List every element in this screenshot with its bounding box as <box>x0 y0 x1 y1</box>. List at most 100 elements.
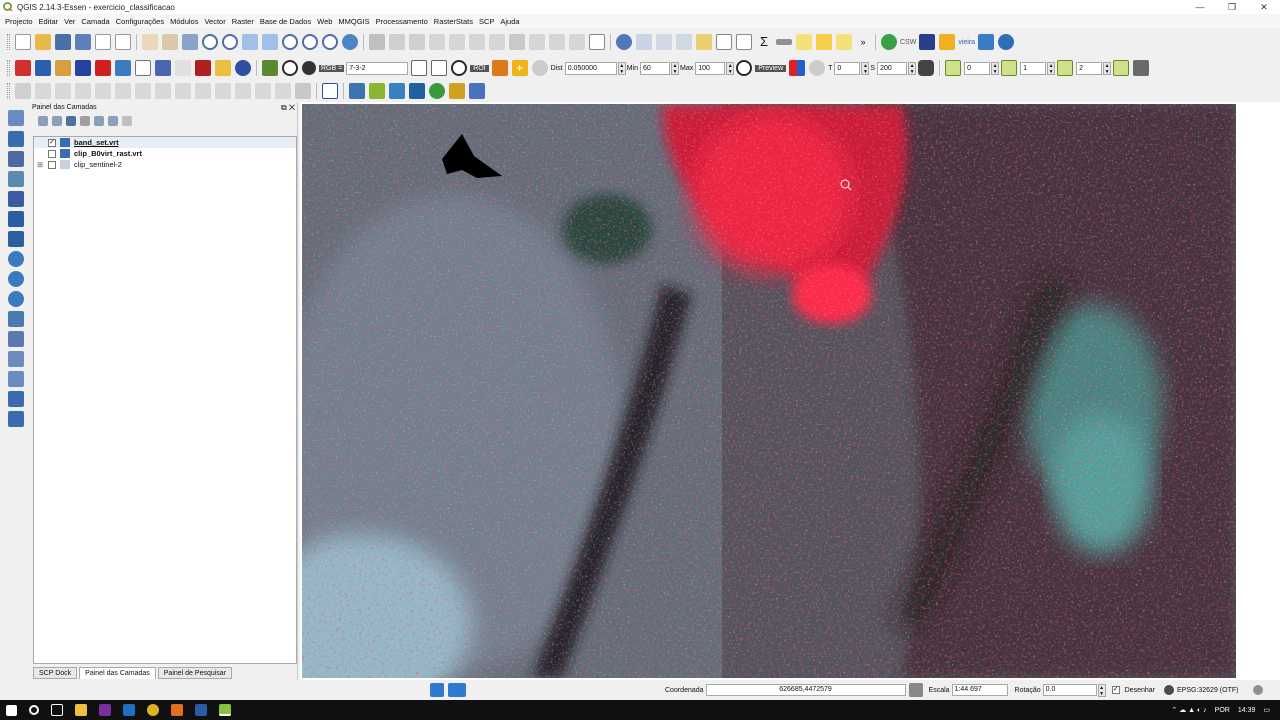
add-virtual-layer-icon[interactable] <box>8 331 24 347</box>
merge-attributes-icon[interactable] <box>275 83 291 99</box>
field-calculator-icon[interactable] <box>736 34 752 50</box>
menu-web[interactable]: Web <box>314 17 335 26</box>
vieira-label[interactable]: vieira <box>958 39 975 46</box>
add-oracle-layer-icon[interactable] <box>8 211 24 227</box>
rotate-point-symbols-icon[interactable] <box>295 83 311 99</box>
toggle-editing-icon[interactable] <box>369 34 385 50</box>
map-tips-icon[interactable] <box>796 34 812 50</box>
s-spinner[interactable]: ▲ ▼ <box>908 61 917 75</box>
add-spatialite-layer-icon[interactable] <box>8 171 24 187</box>
min-input[interactable]: 60 <box>640 61 670 75</box>
layer-index-spinner-1[interactable]: ▲ ▼ <box>991 61 1000 75</box>
north-arrow-icon[interactable] <box>978 34 995 50</box>
layer-row-band-set[interactable]: ✓ band_set.vrt <box>34 137 296 148</box>
crs-status[interactable]: EPSG:32629 (OTF) <box>1177 687 1238 694</box>
openlayers-globe-icon[interactable] <box>881 34 897 50</box>
minimize-button[interactable]: — <box>1184 0 1216 14</box>
file-explorer-icon[interactable] <box>75 704 87 716</box>
add-postgis-layer-icon[interactable] <box>8 151 24 167</box>
menu-modulos[interactable]: Módulos <box>167 17 201 26</box>
open-project-icon[interactable] <box>35 34 51 50</box>
split-parts-icon[interactable] <box>235 83 251 99</box>
rgb-radio-icon[interactable] <box>302 61 316 75</box>
settings-gear-icon[interactable] <box>235 60 251 76</box>
new-project-icon[interactable] <box>15 34 31 50</box>
layer-index-spinner-2[interactable]: ▲ ▼ <box>1047 61 1056 75</box>
semi-auto-classification-icon[interactable] <box>469 83 485 99</box>
t-spinner[interactable]: ▲ ▼ <box>861 61 870 75</box>
add-wcs-layer-icon[interactable] <box>8 271 24 287</box>
zoom-out-icon[interactable] <box>222 34 238 50</box>
delete-ring-icon[interactable] <box>135 83 151 99</box>
spectral-plot-icon[interactable] <box>135 60 151 76</box>
tab-layers-panel[interactable]: Painel das Camadas <box>79 667 156 679</box>
close-button[interactable]: ✕ <box>1248 0 1280 14</box>
scale-combo[interactable]: 1:44 697 <box>951 684 1008 696</box>
menu-editar[interactable]: Editar <box>36 17 62 26</box>
plugin-lock-icon[interactable] <box>939 34 956 50</box>
attribute-table-icon[interactable] <box>716 34 732 50</box>
zoom-in-icon[interactable] <box>202 34 218 50</box>
local-cumulative-icon[interactable] <box>411 60 428 76</box>
rgb-combo[interactable]: 7-3-2 <box>346 61 409 75</box>
save-as-icon[interactable] <box>75 34 91 50</box>
new-gpx-layer-icon[interactable] <box>8 391 24 407</box>
menu-ver[interactable]: Ver <box>61 17 78 26</box>
dist-input[interactable]: 0.050000 <box>564 61 617 75</box>
app-butterfly-icon[interactable] <box>171 704 183 716</box>
next-layer-icon-3[interactable] <box>1113 60 1130 76</box>
export-red-icon[interactable] <box>95 60 111 76</box>
simplify-feature-icon[interactable] <box>55 83 71 99</box>
notifications-icon[interactable]: ▭ <box>1263 706 1270 714</box>
filter-expression-icon[interactable] <box>80 116 90 126</box>
zoom-last-icon[interactable] <box>302 34 318 50</box>
signature-icon[interactable] <box>175 60 191 76</box>
zoom-next-icon[interactable] <box>322 34 338 50</box>
add-circular-string-icon[interactable] <box>449 34 465 50</box>
menu-mmqgis[interactable]: MMQGIS <box>335 17 372 26</box>
copy-features-icon[interactable] <box>549 34 565 50</box>
download-arrow-icon[interactable] <box>35 60 51 76</box>
merge-features-icon[interactable] <box>255 83 271 99</box>
map-canvas[interactable] <box>300 102 1280 680</box>
rotation-input[interactable]: 0.0 <box>1042 684 1097 696</box>
add-part-icon[interactable] <box>95 83 111 99</box>
menu-scp[interactable]: SCP <box>476 17 497 26</box>
classification-preview-icon[interactable] <box>789 60 806 76</box>
identify-icon[interactable] <box>616 34 632 50</box>
menu-base-de-dados[interactable]: Base de Dados <box>257 17 314 26</box>
offset-curve-icon[interactable] <box>195 83 211 99</box>
expand-group-icon[interactable]: ⊞ <box>36 161 44 169</box>
max-input[interactable]: 100 <box>695 61 726 75</box>
layer-group-clip-sentinel[interactable]: ⊞ clip_sentinel-2 <box>34 159 296 170</box>
menu-raster[interactable]: Raster <box>229 17 257 26</box>
print-composer-icon[interactable] <box>95 34 111 50</box>
word-icon[interactable] <box>195 704 207 716</box>
s-input[interactable]: 200 <box>877 61 908 75</box>
reshape-icon[interactable] <box>175 83 191 99</box>
open-layer-styling-icon[interactable] <box>38 116 48 126</box>
crs-globe-icon[interactable] <box>1163 685 1174 695</box>
query-features-icon[interactable] <box>636 34 652 50</box>
measure-line-icon[interactable] <box>776 39 792 45</box>
add-wfs-layer-icon[interactable] <box>8 291 24 307</box>
min-spinner[interactable]: ▲ ▼ <box>671 61 679 75</box>
zoom-selection-icon[interactable] <box>282 34 298 50</box>
t-input[interactable]: 0 <box>834 61 861 75</box>
tray-icons[interactable]: ⌃ ☁ ▲ ◐ ♪ <box>1171 706 1206 714</box>
import-arrow-icon[interactable] <box>75 60 91 76</box>
layer-index-input-1[interactable]: 0 <box>964 61 991 75</box>
zoom-full-icon[interactable] <box>242 34 258 50</box>
next-layer-icon-2[interactable] <box>1057 60 1074 76</box>
new-temp-layer-icon[interactable] <box>8 411 24 427</box>
select-by-expression-icon[interactable] <box>676 34 692 50</box>
pan-icon[interactable] <box>142 34 158 50</box>
delete-part-icon[interactable] <box>155 83 171 99</box>
clock[interactable]: 14:39 <box>1238 707 1256 714</box>
log-messages-icon[interactable] <box>1253 685 1264 695</box>
add-feature-icon[interactable] <box>429 34 445 50</box>
remove-temp-files-icon[interactable] <box>918 60 935 76</box>
group-visibility-checkbox[interactable] <box>48 160 56 169</box>
csw-label[interactable]: CSW <box>900 39 916 46</box>
coordinate-display[interactable]: 626685,4472579 <box>705 684 906 696</box>
